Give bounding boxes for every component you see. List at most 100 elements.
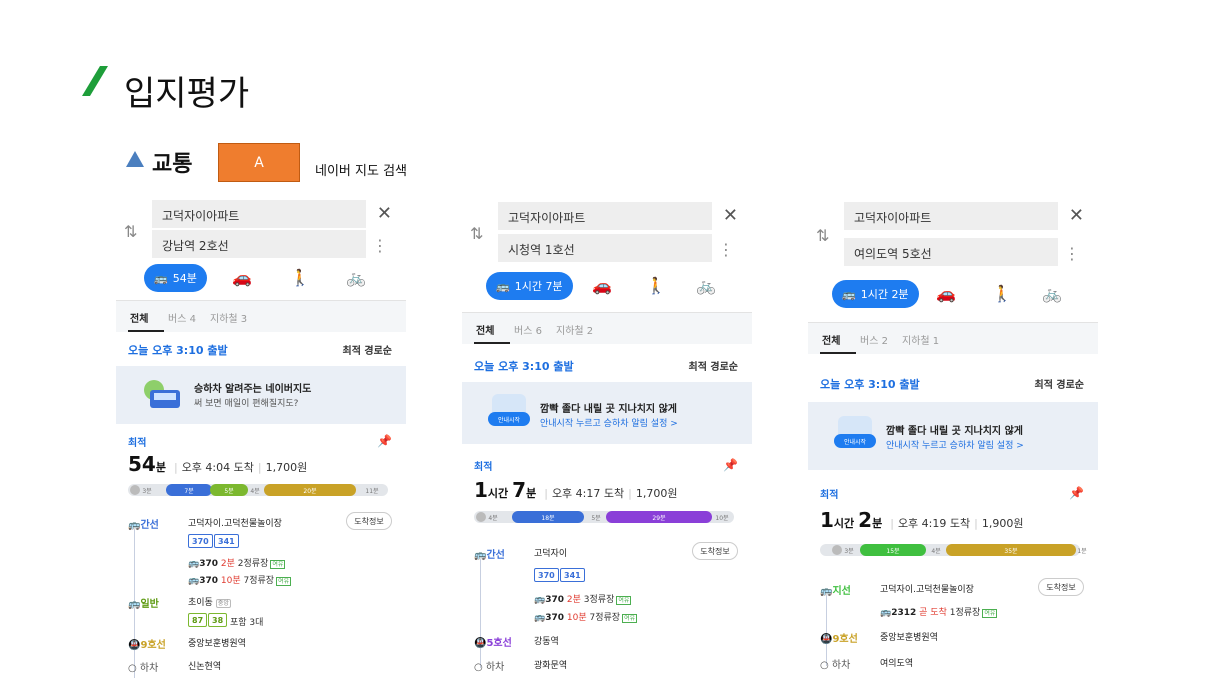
- route-chip[interactable]: 341: [214, 534, 239, 548]
- tab-underline: [474, 342, 510, 344]
- mode-time: 1시간 2분: [860, 288, 909, 301]
- walk-segment-3: 10분: [715, 514, 729, 522]
- tab-bus[interactable]: 버스 4: [168, 310, 196, 325]
- promo-banner[interactable]: 승하차 알려주는 네이버지도 써 보면 매일이 편해질지도?: [116, 366, 406, 424]
- time-unit: 분: [155, 461, 166, 474]
- destination-field[interactable]: 강남역 2호선: [152, 230, 366, 258]
- route-chip[interactable]: 341: [560, 568, 585, 582]
- origin-row: ⇅ 고덕자이아파트 ✕: [462, 202, 752, 243]
- total-minutes: 2: [858, 508, 873, 532]
- arrival-info-button[interactable]: 도착정보: [346, 512, 392, 530]
- mode-transit-button[interactable]: 🚌 54분: [144, 264, 207, 292]
- tabs-bar: 전체 버스 4 지하철 3: [116, 300, 406, 332]
- bus-arrival: 🚌370 10분 7정류장 여유: [188, 576, 292, 586]
- tab-all[interactable]: 전체: [822, 332, 840, 347]
- origin-field[interactable]: 고덕자이아파트: [498, 202, 712, 230]
- fare: 1,900원: [981, 517, 1024, 530]
- car-icon[interactable]: 🚗: [232, 268, 252, 287]
- arrive-time: 오후 4:04 도착: [181, 461, 254, 474]
- hour-unit: 시간: [833, 517, 855, 530]
- banner-subtitle: 안내시작 누르고 승하차 알림 설정 >: [886, 441, 1024, 451]
- tabs-bar: 전체 버스 2 지하철 1: [808, 322, 1098, 354]
- tab-subway[interactable]: 지하철 3: [210, 310, 247, 325]
- arrive-time: 오후 4:17 도착: [551, 487, 625, 500]
- route-chip[interactable]: 370: [534, 568, 559, 582]
- mode-transit-button[interactable]: 🚌 1시간 7분: [486, 272, 573, 300]
- tab-all[interactable]: 전체: [130, 310, 148, 325]
- tab-subway[interactable]: 지하철 1: [902, 332, 939, 347]
- destination-field[interactable]: 시청역 1호선: [498, 234, 712, 262]
- subway-segment: 20분: [264, 484, 356, 496]
- leg-exit-stop: 광화문역: [534, 661, 568, 671]
- origin-field[interactable]: 고덕자이아파트: [152, 200, 366, 228]
- bike-icon[interactable]: 🚲: [1042, 284, 1062, 303]
- destination-row: 여의도역 5호선 ⋮: [808, 238, 1098, 268]
- origin-field[interactable]: 고덕자이아파트: [844, 202, 1058, 230]
- start-guide-badge: 안내시작: [488, 412, 530, 426]
- bus-arrival: 🚌370 2분 2정류장 여유: [188, 559, 286, 569]
- sort-row: 오늘 오후 3:10 출발 최적 경로순: [116, 342, 406, 362]
- depart-time[interactable]: 오늘 오후 3:10 출발: [128, 342, 228, 358]
- tab-all[interactable]: 전체: [476, 322, 494, 337]
- sort-select[interactable]: 최적 경로순: [1035, 376, 1084, 391]
- arrival-info-button[interactable]: 도착정보: [1038, 578, 1084, 596]
- sort-select[interactable]: 최적 경로순: [343, 342, 392, 357]
- route-chip[interactable]: 38: [208, 613, 228, 627]
- walk-icon[interactable]: 🚶: [290, 268, 310, 287]
- promo-banner[interactable]: 안내시작 깜빡 졸다 내릴 곳 지나치지 않게 안내시작 누르고 승하차 알림 …: [808, 402, 1098, 470]
- bus-segment-2: 5분: [210, 484, 248, 496]
- destination-row: 강남역 2호선 ⋮: [116, 230, 406, 260]
- tab-bus[interactable]: 버스 6: [514, 322, 542, 337]
- sort-select[interactable]: 최적 경로순: [689, 358, 738, 373]
- sort-row: 오늘 오후 3:10 출발 최적 경로순: [808, 376, 1098, 396]
- best-label: 최적: [474, 462, 493, 473]
- pin-icon[interactable]: 📌: [723, 458, 738, 472]
- leg-bus-stop: 고덕자이.고덕천물놀이장: [188, 519, 282, 529]
- leg-exit-stop: 신논현역: [188, 662, 222, 672]
- bike-icon[interactable]: 🚲: [346, 268, 366, 287]
- walk-icon[interactable]: 🚶: [646, 276, 666, 295]
- tab-underline: [128, 330, 164, 332]
- start-guide-badge: 안내시작: [834, 434, 876, 448]
- close-icon[interactable]: ✕: [1069, 205, 1084, 226]
- more-icon[interactable]: ⋮: [1064, 244, 1080, 263]
- arrival-info-button[interactable]: 도착정보: [692, 542, 738, 560]
- placeholder-box: A: [218, 143, 300, 182]
- car-icon[interactable]: 🚗: [936, 284, 956, 303]
- bus-arrival: 🚌370 10분 7정류장 여유: [534, 613, 638, 623]
- car-icon[interactable]: 🚗: [592, 276, 612, 295]
- leg-bus-label: 🚌지선: [820, 586, 851, 597]
- destination-field[interactable]: 여의도역 5호선: [844, 238, 1058, 266]
- bus-segment: 7분: [166, 484, 212, 496]
- tabs-bar: 전체 버스 6 지하철 2: [462, 312, 752, 344]
- route-chip[interactable]: 87: [188, 613, 208, 627]
- total-hours: 1: [820, 508, 834, 532]
- leg-exit-label: ○ 하차: [820, 660, 851, 671]
- bus-icon: 🚌: [154, 271, 168, 285]
- leg-subway-stop: 중앙보훈병원역: [880, 633, 938, 643]
- mode-transit-button[interactable]: 🚌 1시간 2분: [832, 280, 919, 308]
- close-icon[interactable]: ✕: [377, 203, 392, 224]
- box-caption: 네이버 지도 검색: [315, 164, 407, 179]
- mode-bar: 🚌 1시간 2분 🚗 🚶 🚲: [832, 280, 1072, 308]
- depart-time[interactable]: 오늘 오후 3:10 출발: [474, 358, 574, 374]
- pin-icon[interactable]: 📌: [1069, 486, 1084, 500]
- mode-bar: 🚌 54분 🚗 🚶 🚲: [144, 264, 384, 292]
- origin-row: ⇅ 고덕자이아파트 ✕: [808, 202, 1098, 245]
- bike-icon[interactable]: 🚲: [696, 276, 716, 295]
- tab-bus[interactable]: 버스 2: [860, 332, 888, 347]
- route-bar: 3분 7분 5분 4분 20분 11분: [128, 484, 388, 496]
- more-routes: 포함 3대: [230, 618, 264, 628]
- walk-icon[interactable]: 🚶: [992, 284, 1012, 303]
- more-icon[interactable]: ⋮: [718, 240, 734, 259]
- route-bar: 3분 15분 4분 35분 1분: [820, 544, 1087, 556]
- promo-banner[interactable]: 안내시작 깜빡 졸다 내릴 곳 지나치지 않게 안내시작 누르고 승하차 알림 …: [462, 382, 752, 444]
- close-icon[interactable]: ✕: [723, 205, 738, 226]
- depart-time[interactable]: 오늘 오후 3:10 출발: [820, 376, 920, 392]
- bus-arrival: 🚌370 2분 3정류장 여유: [534, 595, 632, 605]
- more-icon[interactable]: ⋮: [372, 236, 388, 255]
- route-chip[interactable]: 370: [188, 534, 213, 548]
- pin-icon[interactable]: 📌: [377, 434, 392, 448]
- total-time: 54: [128, 452, 156, 476]
- tab-subway[interactable]: 지하철 2: [556, 322, 593, 337]
